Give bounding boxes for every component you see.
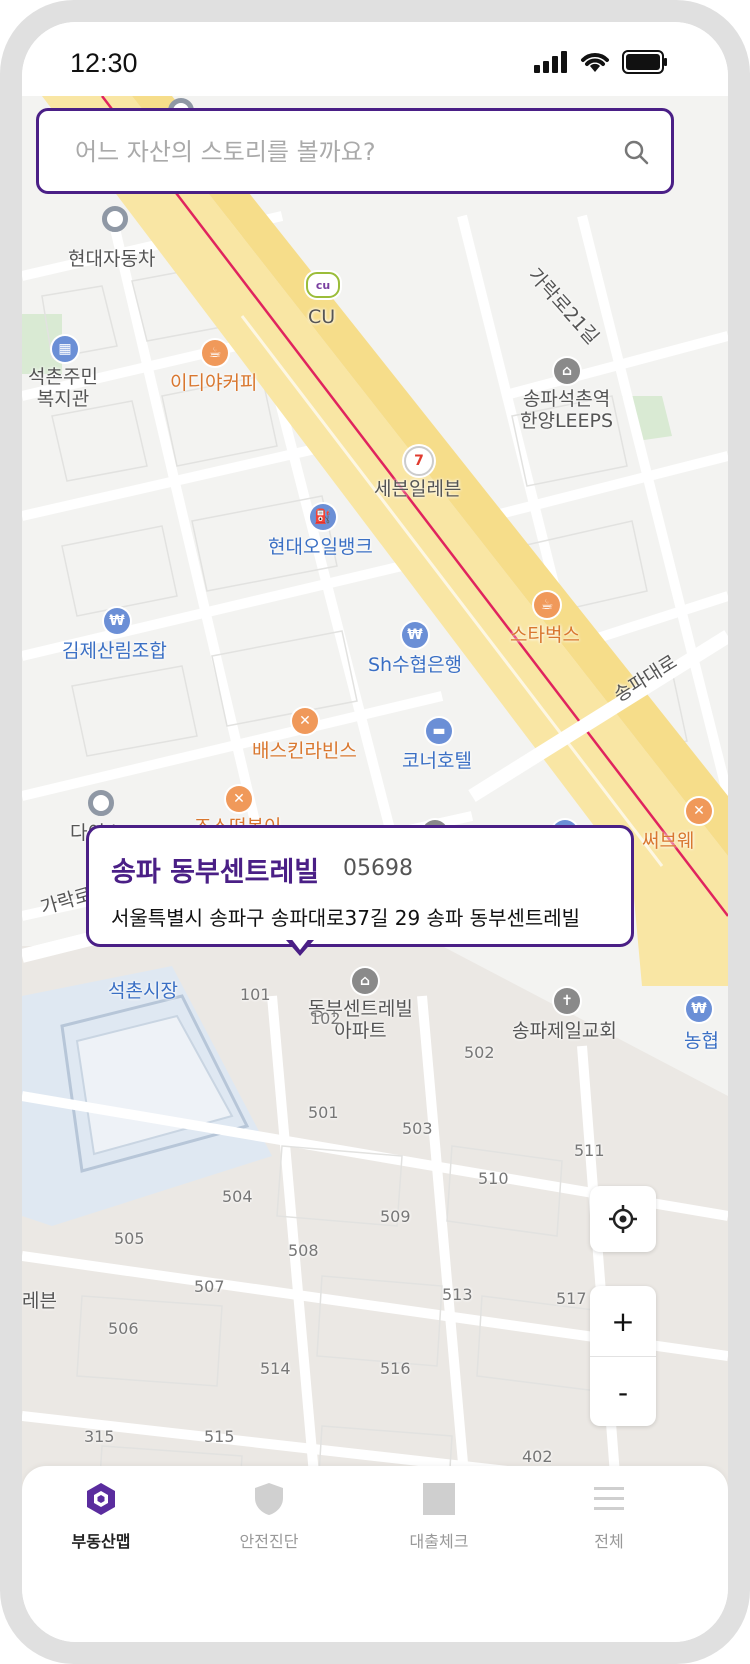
bank-icon[interactable]: ₩: [402, 622, 428, 648]
map-label[interactable]: 송파석촌역 한양LEEPS: [520, 388, 613, 432]
building-number: 101: [240, 985, 271, 1004]
shield-icon: [255, 1483, 283, 1515]
gas-station-icon[interactable]: ⛽: [310, 504, 336, 530]
popup-pointer-inner: [290, 937, 310, 950]
building-number: 511: [574, 1141, 605, 1160]
map-label[interactable]: 현대자동차: [68, 248, 155, 270]
tab-label: 전체: [594, 1532, 624, 1551]
building-number: 402: [522, 1447, 553, 1466]
zoom-in-button[interactable]: +: [590, 1286, 656, 1357]
battery-icon: [622, 50, 667, 74]
app-screen: 12:30 cu ▦ ☕ ⌂ 7 ⛽ ₩ ☕ ₩ ✕ ▬ ✕ ✕ ⌂ ✝ ₩ 현…: [22, 22, 728, 1642]
search-bar[interactable]: [36, 108, 674, 194]
map-label[interactable]: 이디야커피: [170, 372, 257, 394]
crosshair-icon: [609, 1205, 637, 1233]
church-icon[interactable]: ✝: [554, 988, 580, 1014]
cafe-icon[interactable]: ☕: [202, 340, 228, 366]
map-label[interactable]: 김제산림조합: [62, 640, 167, 662]
building-number: 513: [442, 1285, 473, 1304]
my-location-button[interactable]: [590, 1186, 656, 1252]
map-label[interactable]: 석촌주민 복지관: [28, 366, 98, 410]
popup-address: 서울특별시 송파구 송파대로37길 29 송파 동부센트레빌: [111, 906, 581, 930]
cube-logo-icon: [87, 1483, 115, 1515]
tab-all[interactable]: 전체: [554, 1480, 664, 1552]
signal-icon: [534, 51, 567, 73]
map-label[interactable]: 송파제일교회: [512, 1020, 617, 1042]
map-label[interactable]: Sh수협은행: [368, 654, 462, 676]
map-label[interactable]: 레븐: [22, 1290, 57, 1312]
tab-safety-check[interactable]: 안전진단: [214, 1480, 324, 1552]
map-label[interactable]: 스타벅스: [510, 624, 580, 646]
building-number: 102: [310, 1009, 341, 1028]
restaurant-icon[interactable]: ✕: [686, 798, 712, 824]
wifi-icon: [581, 53, 609, 72]
map-label[interactable]: 코너호텔: [402, 750, 472, 772]
phone-frame: 12:30 cu ▦ ☕ ⌂ 7 ⛽ ₩ ☕ ₩ ✕ ▬ ✕ ✕ ⌂ ✝ ₩ 현…: [0, 0, 750, 1664]
building-number: 503: [402, 1119, 433, 1138]
map-label[interactable]: 세븐일레븐: [374, 478, 461, 500]
status-bar: 12:30: [22, 22, 728, 96]
building-number: 501: [308, 1103, 339, 1122]
apartment-icon[interactable]: ⌂: [352, 968, 378, 994]
tab-real-estate-map[interactable]: 부동산맵: [46, 1480, 156, 1552]
search-input[interactable]: [73, 133, 597, 171]
building-number: 506: [108, 1319, 139, 1338]
building-number: 502: [464, 1043, 495, 1062]
bottom-tab-bar: 부동산맵 안전진단 대출체크 전체: [22, 1466, 728, 1642]
restaurant-icon[interactable]: ✕: [292, 708, 318, 734]
building-number: 505: [114, 1229, 145, 1248]
seven-eleven-icon[interactable]: 7: [404, 446, 434, 476]
status-time: 12:30: [70, 48, 138, 78]
tab-label: 부동산맵: [71, 1532, 131, 1551]
building-number: 504: [222, 1187, 253, 1206]
cu-store-icon[interactable]: cu: [306, 272, 340, 298]
popup-title: 송파 동부센트레빌: [111, 857, 320, 888]
building-icon[interactable]: ▦: [52, 336, 78, 362]
building-number: 514: [260, 1359, 291, 1378]
map-label[interactable]: CU: [308, 306, 335, 328]
building-number: 510: [478, 1169, 509, 1188]
building-number: 515: [204, 1427, 235, 1446]
map-label[interactable]: 써브웨: [642, 830, 694, 852]
building-number: 508: [288, 1241, 319, 1260]
zoom-out-button[interactable]: -: [590, 1357, 656, 1427]
map-label[interactable]: 배스킨라빈스: [252, 740, 357, 762]
place-marker-icon[interactable]: [102, 206, 128, 232]
map-label[interactable]: 석촌시장: [108, 980, 178, 1002]
search-icon[interactable]: [623, 139, 649, 165]
place-marker-icon[interactable]: [88, 790, 114, 816]
building-number: 507: [194, 1277, 225, 1296]
tab-loan-check[interactable]: 대출체크: [384, 1480, 494, 1552]
hotel-icon[interactable]: ▬: [426, 718, 452, 744]
menu-icon: [594, 1487, 624, 1510]
popup-zipcode: 05698: [343, 856, 413, 881]
property-popup[interactable]: 송파 동부센트레빌 05698 서울특별시 송파구 송파대로37길 29 송파 …: [86, 825, 634, 947]
building-number: 517: [556, 1289, 587, 1308]
bank-icon[interactable]: ₩: [686, 996, 712, 1022]
map-label[interactable]: 농협: [684, 1030, 719, 1052]
apartment-icon[interactable]: ⌂: [554, 358, 580, 384]
building-number: 516: [380, 1359, 411, 1378]
square-icon: [423, 1483, 455, 1515]
building-number: 315: [84, 1427, 115, 1446]
restaurant-icon[interactable]: ✕: [226, 786, 252, 812]
status-icons: [534, 50, 668, 74]
zoom-control: + -: [590, 1286, 656, 1426]
tab-label: 안전진단: [239, 1532, 299, 1551]
bank-icon[interactable]: ₩: [104, 608, 130, 634]
building-number: 509: [380, 1207, 411, 1226]
map-label[interactable]: 현대오일뱅크: [268, 536, 373, 558]
cafe-icon[interactable]: ☕: [534, 592, 560, 618]
tab-label: 대출체크: [409, 1532, 469, 1551]
